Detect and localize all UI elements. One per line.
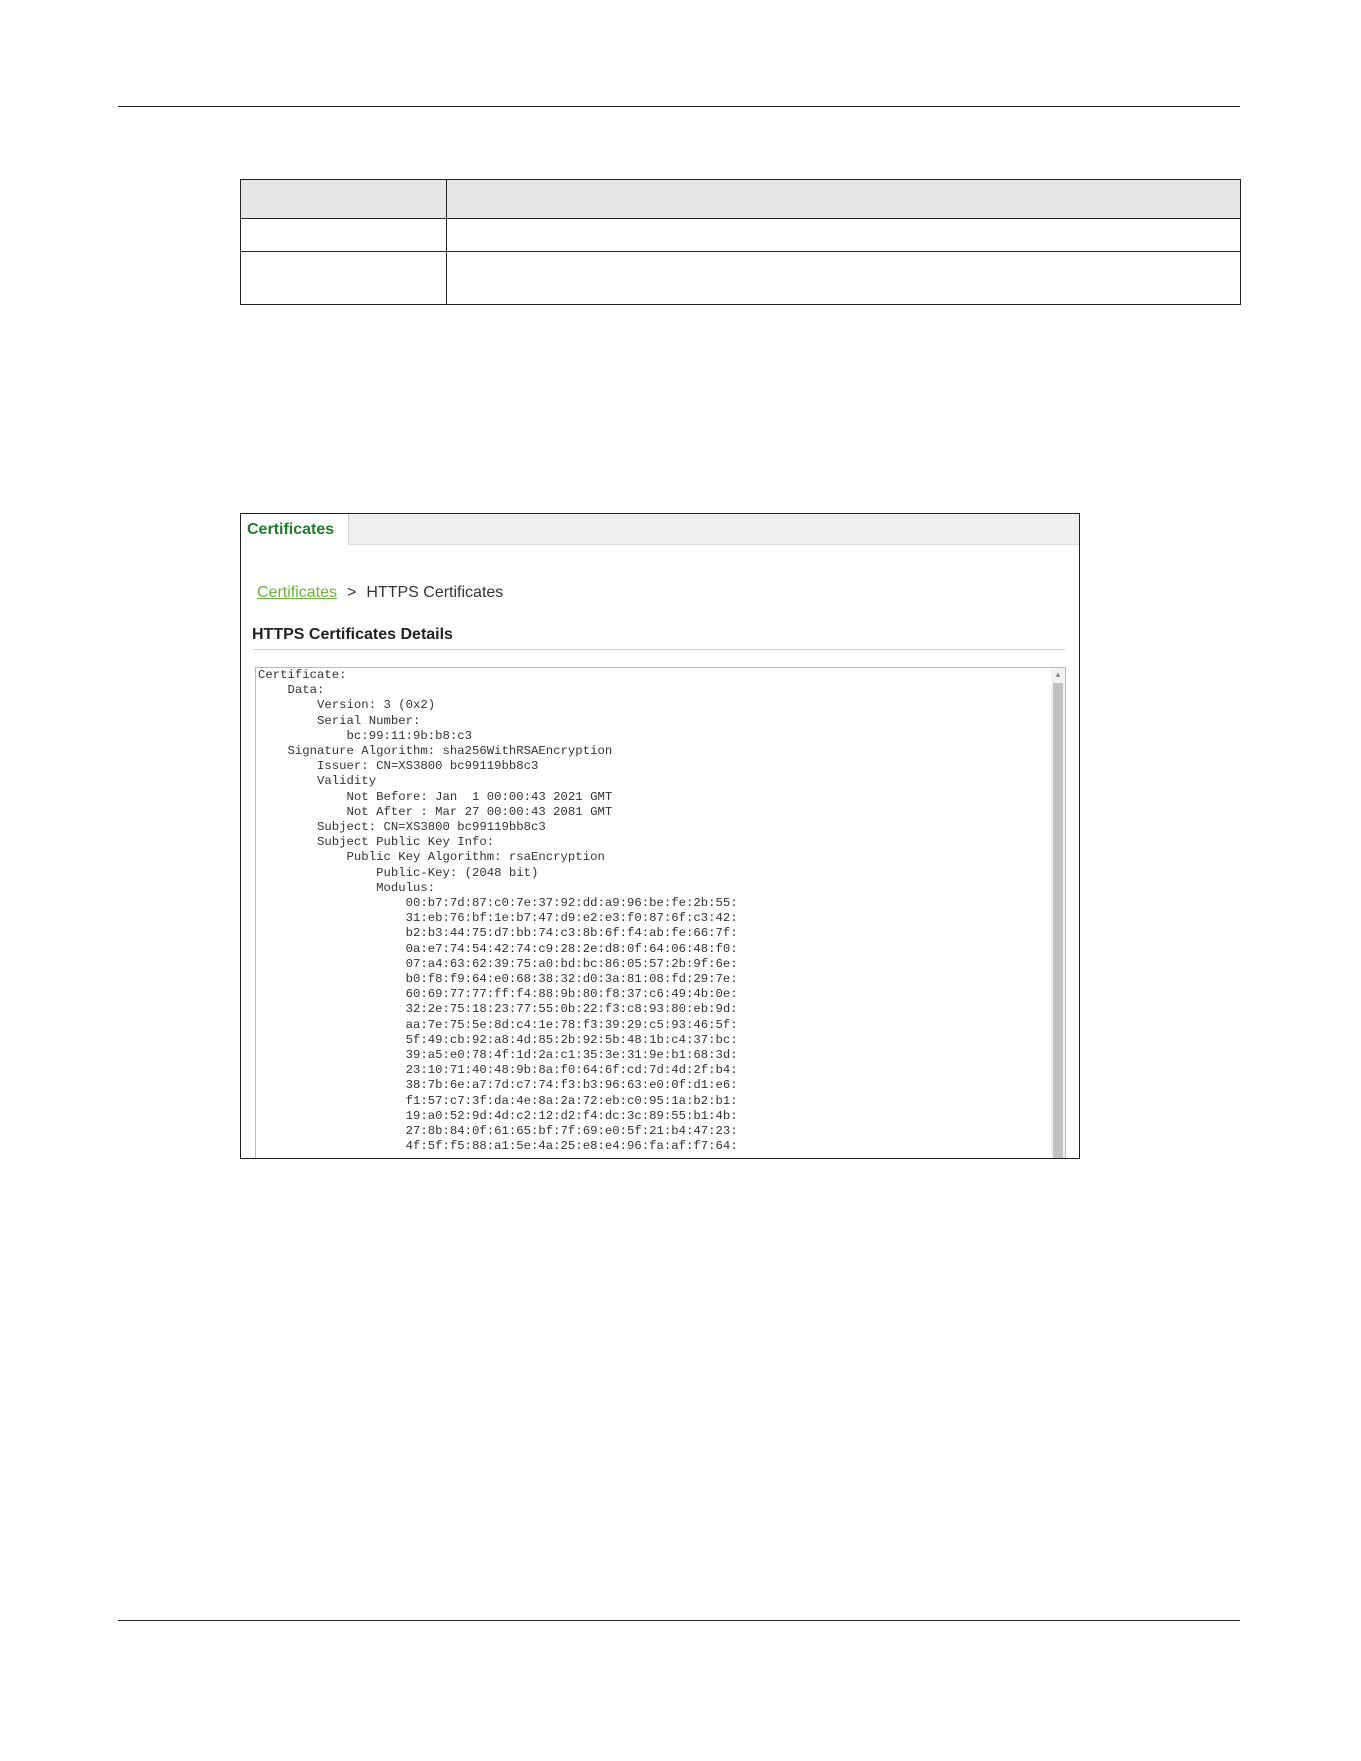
certificate-line: 31:eb:76:bf:1e:b7:47:d9:e2:e3:f0:87:6f:c… — [258, 911, 738, 926]
certificate-line: Public Key Algorithm: rsaEncryption — [258, 850, 605, 865]
table-header-cell — [446, 179, 1241, 219]
certificate-line: Subject Public Key Info: — [258, 835, 495, 850]
breadcrumb-separator: > — [347, 584, 357, 601]
certificate-line: 39:a5:e0:78:4f:1d:2a:c1:35:3e:31:9e:b1:6… — [258, 1048, 738, 1063]
tab-certificates[interactable]: Certificates — [241, 514, 349, 545]
table-row — [240, 218, 1241, 252]
certificate-line: f1:57:c7:3f:da:4e:8a:2a:72:eb:c0:95:1a:b… — [258, 1093, 738, 1108]
tab-bar: Certificates — [241, 514, 1079, 545]
certificate-details-textarea[interactable]: Certificate: Data: Version: 3 (0x2) Seri… — [255, 667, 1066, 1158]
table-header-cell — [240, 179, 447, 219]
certificate-line: 07:a4:63:62:39:75:a0:bd:bc:86:05:57:2b:9… — [258, 956, 738, 971]
certificate-line: 32:2e:75:18:23:77:55:0b:22:f3:c8:93:80:e… — [258, 1002, 738, 1017]
certificate-line: 0a:e7:74:54:42:74:c9:28:2e:d8:0f:64:06:4… — [258, 941, 738, 956]
breadcrumb-current: HTTPS Certificates — [366, 584, 504, 601]
certificate-line: 4f:5f:f5:88:a1:5e:4a:25:e8:e4:96:fa:af:f… — [258, 1139, 738, 1154]
certificate-line: Validity — [258, 774, 377, 789]
certificate-line: 23:10:71:40:48:9b:8a:f0:64:6f:cd:7d:4d:2… — [258, 1063, 738, 1078]
certificate-line: 27:8b:84:0f:61:65:bf:7f:69:e0:5f:21:b4:4… — [258, 1124, 738, 1139]
section-title: HTTPS Certificates Details — [252, 626, 453, 643]
certificate-line: 5f:49:cb:92:a8:4d:85:2b:92:5b:48:1b:c4:3… — [258, 1032, 738, 1047]
page-footer-rule — [118, 1620, 1240, 1621]
certificate-line: Subject: CN=XS3800 bc99119bb8c3 — [258, 820, 546, 835]
table-cell — [240, 251, 447, 305]
table-row — [240, 251, 1241, 305]
certificate-line: 19:a0:52:9d:4d:c2:12:d2:f4:dc:3c:89:55:b… — [258, 1108, 738, 1123]
certificate-line: aa:7e:75:5e:8d:c4:1e:78:f3:39:29:c5:93:4… — [258, 1017, 738, 1032]
description-table — [240, 179, 1241, 305]
certificate-text: Certificate: Data: Version: 3 (0x2) Seri… — [258, 668, 738, 1155]
table-cell — [240, 218, 447, 252]
scroll-up-icon[interactable]: ▲ — [1051, 668, 1065, 682]
breadcrumb-link-certificates[interactable]: Certificates — [257, 584, 337, 601]
breadcrumb: Certificates > HTTPS Certificates — [257, 584, 503, 602]
table-cell — [446, 218, 1241, 252]
table-header-row — [240, 179, 1241, 219]
section-divider — [252, 649, 1065, 650]
certificate-line: Serial Number: — [258, 713, 421, 728]
certificate-line: 60:69:77:77:ff:f4:88:9b:80:f8:37:c6:49:4… — [258, 987, 738, 1002]
certificate-line: 00:b7:7d:87:c0:7e:37:92:dd:a9:96:be:fe:2… — [258, 896, 738, 911]
vertical-scrollbar[interactable]: ▲ — [1051, 668, 1065, 1158]
certificate-line: Modulus: — [258, 880, 436, 895]
certificate-line: Issuer: CN=XS3800 bc99119bb8c3 — [258, 759, 539, 774]
certificate-line: Public-Key: (2048 bit) — [258, 865, 539, 880]
table-cell — [446, 251, 1241, 305]
certificate-line: b2:b3:44:75:d7:bb:74:c3:8b:6f:f4:ab:fe:6… — [258, 926, 738, 941]
certificate-line: b0:f8:f9:64:e0:68:38:32:d0:3a:81:08:fd:2… — [258, 972, 738, 987]
certificate-line: 38:7b:6e:a7:7d:c7:74:f3:b3:96:63:e0:0f:d… — [258, 1078, 738, 1093]
certificate-line: Not Before: Jan 1 00:00:43 2021 GMT — [258, 789, 613, 804]
certificate-line: Certificate: — [258, 668, 347, 682]
scrollbar-thumb[interactable] — [1053, 683, 1063, 1158]
certificate-line: bc:99:11:9b:b8:c3 — [258, 728, 473, 743]
certificates-screenshot: Certificates Certificates > HTTPS Certific… — [240, 513, 1080, 1159]
certificate-line: Not After : Mar 27 00:00:43 2081 GMT — [258, 804, 613, 819]
page-header-rule — [118, 106, 1240, 107]
certificate-line: Data: — [258, 683, 325, 698]
certificate-line: Version: 3 (0x2) — [258, 698, 436, 713]
certificate-line: Signature Algorithm: sha256WithRSAEncryp… — [258, 744, 613, 759]
